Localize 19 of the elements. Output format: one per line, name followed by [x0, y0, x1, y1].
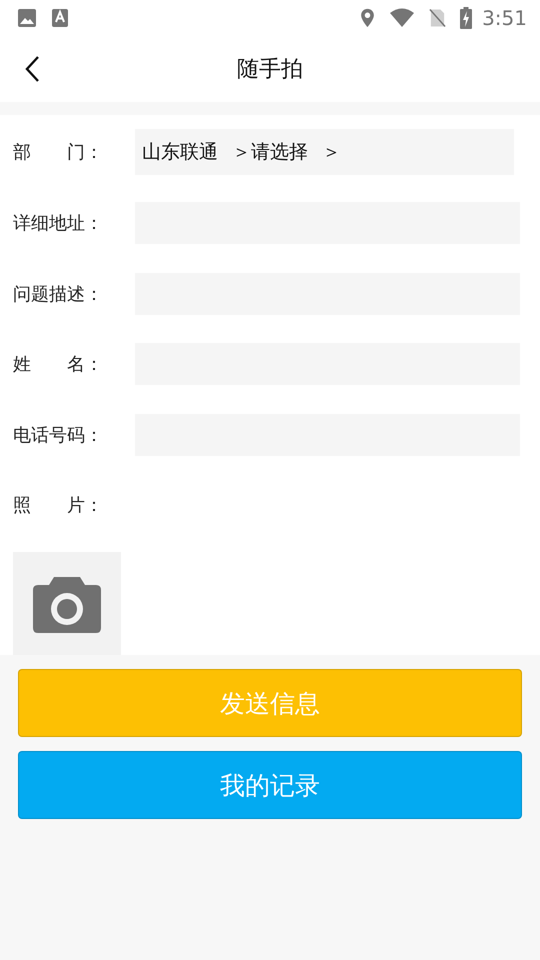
no-sim-icon: [429, 8, 446, 28]
font-icon: [51, 8, 69, 28]
action-button[interactable]: 我的记录: [18, 751, 522, 819]
field-label: 详细地址：: [13, 212, 104, 236]
page-title: 随手拍: [237, 56, 303, 84]
wifi-icon: [389, 8, 416, 28]
back-icon[interactable]: [24, 55, 40, 83]
field-label: 姓 名：: [13, 353, 104, 376]
field-label: 照 片：: [13, 494, 104, 518]
action-button[interactable]: 发送信息: [18, 669, 522, 737]
image-icon: [17, 8, 37, 28]
department-select[interactable]: 山东联通 ＞请选择 ＞: [135, 129, 514, 175]
location-icon: [360, 8, 376, 28]
field-label: 电话号码：: [13, 424, 104, 447]
status-time: 3:51: [482, 6, 527, 30]
add-photo-button[interactable]: [13, 552, 121, 655]
battery-charging-icon: [460, 7, 472, 29]
field-label: 问题描述：: [13, 282, 104, 306]
field-label: 部 门：: [13, 141, 104, 164]
